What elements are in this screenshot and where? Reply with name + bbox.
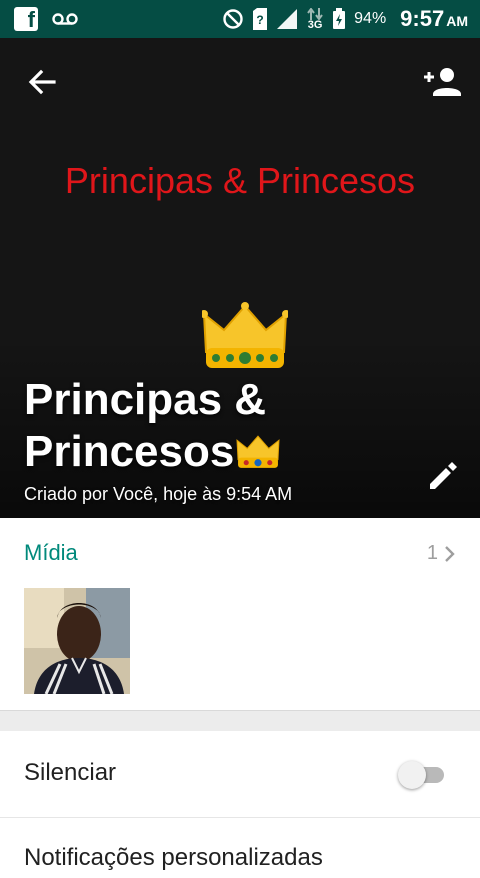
media-count-number: 1 — [426, 542, 438, 564]
media-photo-image — [24, 588, 130, 694]
group-name-text: Principas & Princesos — [24, 375, 267, 476]
edit-pencil-icon[interactable] — [424, 458, 460, 494]
mute-label: Silenciar — [24, 759, 117, 786]
no-sim-icon: ? — [253, 8, 268, 30]
facebook-icon: f — [14, 7, 38, 31]
back-arrow-icon[interactable] — [22, 62, 62, 102]
media-label: Mídia — [24, 540, 78, 565]
media-count[interactable]: 1 — [427, 542, 456, 565]
media-thumbnail[interactable] — [24, 588, 130, 694]
mute-toggle-thumb — [398, 761, 426, 789]
clock-time: 9:57 — [400, 6, 445, 31]
mute-row[interactable]: Silenciar — [0, 731, 480, 818]
add-participant-icon[interactable] — [420, 60, 464, 104]
battery-charging-icon — [333, 8, 346, 29]
battery-percent: 94% — [354, 10, 387, 27]
group-photo-banner-text: Principas & Princesos — [64, 160, 416, 201]
chevron-right-icon — [445, 545, 455, 562]
status-bar: f ? 3G 94% 9:57 AM — [0, 0, 480, 38]
mute-toggle[interactable] — [398, 761, 446, 789]
clock-ampm: AM — [446, 13, 468, 29]
crown-emoji-icon — [236, 435, 280, 468]
data-arrows-icon — [307, 7, 323, 20]
network-type: 3G — [307, 18, 323, 31]
custom-notifications-label: Notificações personalizadas — [24, 844, 323, 871]
group-created-subtitle: Criado por Você, hoje às 9:54 AM — [24, 484, 293, 504]
crown-icon — [202, 302, 288, 368]
do-not-disturb-icon — [223, 9, 243, 29]
group-name-title: Principas & Princesos — [24, 374, 384, 478]
voicemail-icon — [52, 13, 78, 25]
group-header: Principas & Princesos Principas & Prince… — [0, 38, 480, 518]
custom-notifications-row[interactable]: Notificações personalizadas — [0, 818, 480, 878]
svg-text:?: ? — [256, 13, 263, 27]
clock: 9:57 AM — [400, 6, 468, 32]
section-divider — [0, 710, 480, 731]
media-section[interactable]: Mídia 1 — [0, 518, 480, 710]
network-indicator: 3G — [306, 7, 324, 31]
signal-icon — [277, 9, 298, 29]
